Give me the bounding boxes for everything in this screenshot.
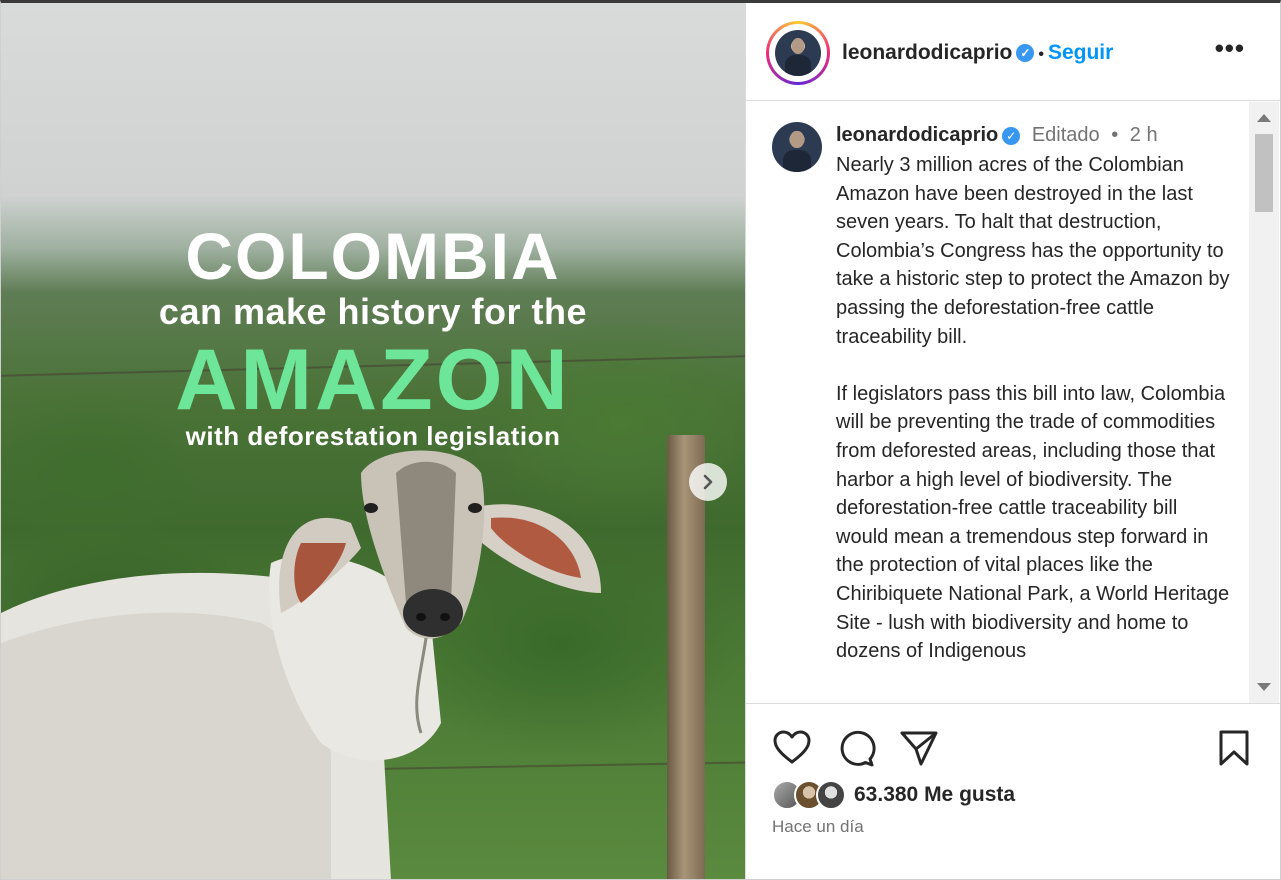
next-image-button[interactable]: [689, 463, 727, 501]
separator: •: [1038, 46, 1044, 63]
headline-legislation: with deforestation legislation: [185, 421, 561, 451]
likes-row[interactable]: 63.380 Me gusta: [772, 778, 1015, 812]
scrollbar-thumb[interactable]: [1255, 134, 1273, 212]
post-timestamp[interactable]: Hace un día: [772, 817, 864, 837]
more-options-button[interactable]: •••: [1215, 33, 1245, 64]
headline-amazon: AMAZON: [175, 332, 571, 428]
scroll-up-icon[interactable]: [1257, 114, 1271, 122]
caption-avatar[interactable]: [772, 122, 822, 172]
follow-button[interactable]: Seguir: [1048, 41, 1113, 64]
header-username[interactable]: leonardodicaprio: [842, 41, 1012, 64]
heart-icon[interactable]: [772, 728, 812, 768]
caption-username[interactable]: leonardodicaprio: [836, 124, 998, 146]
liker-avatar: [816, 780, 846, 810]
separator: •: [1111, 124, 1119, 146]
caption-scroll-area[interactable]: leonardodicaprio ✓ Editado • 2 h Nearly 3…: [746, 102, 1280, 703]
story-ring[interactable]: [766, 21, 830, 85]
actions-bar: 63.380 Me gusta Hace un día: [746, 703, 1280, 879]
bookmark-icon[interactable]: [1214, 728, 1254, 768]
verified-badge-icon: ✓: [1016, 44, 1035, 63]
likes-count[interactable]: 63.380 Me gusta: [854, 783, 1015, 807]
chevron-right-icon: [703, 474, 713, 490]
caption-text: Nearly 3 million acres of the Colombian …: [836, 154, 1230, 663]
avatar[interactable]: [775, 30, 821, 76]
post-window: COLOMBIA can make history for the AMAZON…: [0, 0, 1281, 880]
share-icon[interactable]: [899, 728, 939, 768]
edited-label: Editado: [1031, 124, 1100, 146]
header-author: leonardodicaprio ✓ • Seguir: [842, 41, 1113, 65]
scroll-down-icon[interactable]: [1257, 683, 1271, 691]
comment-icon[interactable]: [836, 728, 876, 768]
caption-header: leonardodicaprio ✓ Editado • 2 h: [836, 124, 1158, 147]
post-side-panel: leonardodicaprio ✓ • Seguir ••• leonardodic…: [745, 3, 1280, 879]
scrollbar[interactable]: [1249, 102, 1279, 703]
headline-subtitle: can make history for the: [158, 291, 588, 332]
verified-badge-icon: ✓: [1002, 126, 1021, 145]
post-header: leonardodicaprio ✓ • Seguir •••: [746, 3, 1280, 101]
post-image[interactable]: COLOMBIA can make history for the AMAZON…: [1, 3, 745, 879]
headline-colombia: COLOMBIA: [185, 219, 561, 293]
post-age[interactable]: 2 h: [1130, 124, 1158, 146]
